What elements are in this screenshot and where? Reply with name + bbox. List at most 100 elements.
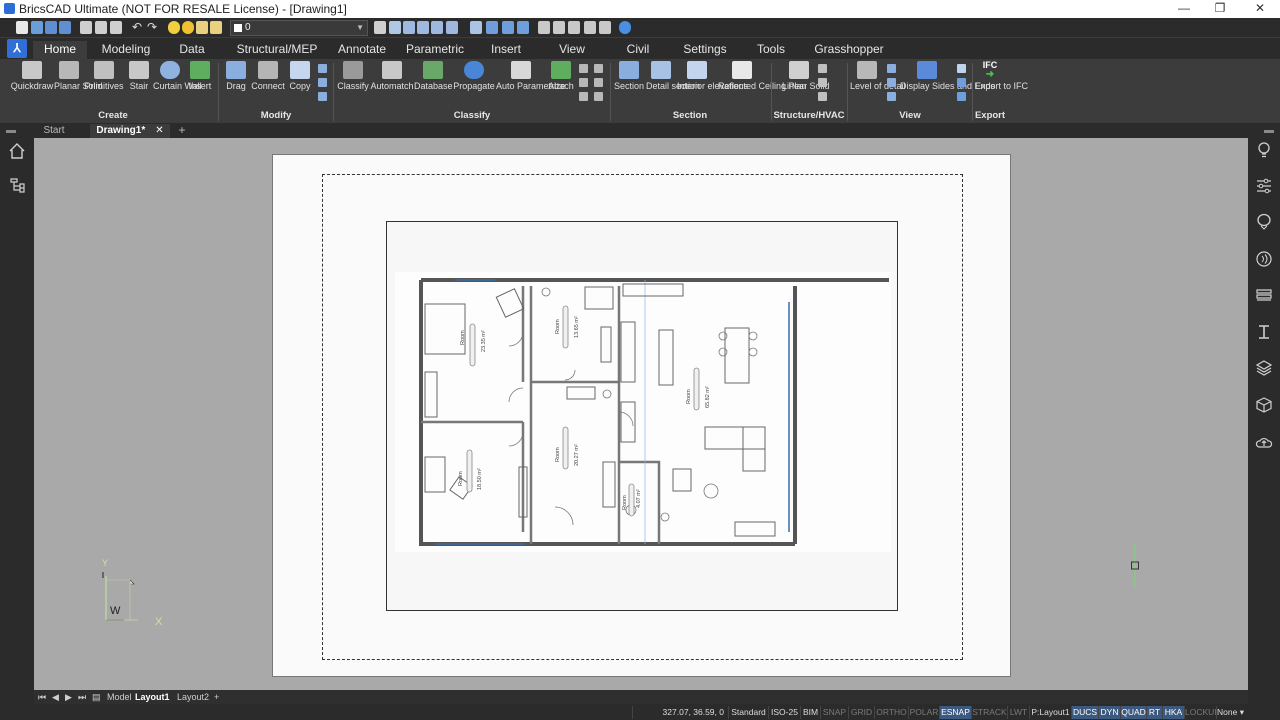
layout-list-icon[interactable]: ▤: [92, 691, 101, 703]
undo-icon[interactable]: ↶: [132, 21, 144, 34]
beam-icon[interactable]: [818, 64, 827, 73]
reflected-ceiling-plan-button[interactable]: Reflected Ceiling Plan: [718, 61, 807, 92]
minimize-button[interactable]: —: [1174, 1, 1194, 15]
layer-previous-icon[interactable]: [389, 21, 401, 34]
model-icon[interactable]: [579, 92, 588, 101]
tab-structural-mep[interactable]: Structural/MEP: [232, 41, 322, 59]
status-rt[interactable]: RT: [1146, 706, 1162, 719]
status-layout1[interactable]: P:Layout1: [1029, 706, 1071, 719]
status-hka[interactable]: HKA: [1162, 706, 1184, 719]
shade-icon[interactable]: [486, 21, 498, 34]
status-esnap[interactable]: ESNAP: [939, 706, 971, 719]
help-icon[interactable]: [619, 21, 631, 34]
cube-shaded-icon[interactable]: [957, 78, 966, 87]
status-strack[interactable]: STRACK: [971, 706, 1007, 719]
copy-button[interactable]: Copy: [286, 61, 314, 92]
tab-home[interactable]: Home: [33, 41, 87, 59]
layer-off-icon[interactable]: [431, 21, 443, 34]
layer-thaw-icon[interactable]: [182, 21, 194, 34]
planar-solid-button[interactable]: Planar Solid: [54, 61, 103, 92]
tab-model[interactable]: Model: [107, 691, 132, 703]
status-bim[interactable]: BIM: [800, 706, 820, 719]
layer-freeze-icon[interactable]: [417, 21, 429, 34]
cube-icon[interactable]: [957, 64, 966, 73]
render-icon[interactable]: [502, 21, 514, 34]
status-ducs[interactable]: DUCS: [1071, 706, 1098, 719]
move-icon[interactable]: [318, 64, 327, 73]
status-quad[interactable]: QUAD: [1120, 706, 1146, 719]
attach-button[interactable]: Attach: [547, 61, 575, 92]
print-preview-icon[interactable]: [80, 21, 92, 34]
tab-grasshopper[interactable]: Grasshopper: [812, 41, 886, 59]
next-layout-icon[interactable]: ▶: [65, 691, 72, 703]
lightbulb-icon[interactable]: [1255, 141, 1273, 159]
cube-wire-icon[interactable]: [957, 92, 966, 101]
view-option-icon[interactable]: [887, 64, 896, 73]
balloon-icon[interactable]: [1255, 213, 1273, 231]
new-icon[interactable]: [16, 21, 28, 34]
tab-insert[interactable]: Insert: [484, 41, 528, 59]
classify-button[interactable]: Classify: [337, 61, 369, 92]
drawing-canvas[interactable]: Room 23.35 m² Room 13.65 m² Room 65.82 m…: [34, 138, 1248, 690]
tab-data[interactable]: Data: [170, 41, 214, 59]
tab-tools[interactable]: Tools: [752, 41, 790, 59]
add-tab-button[interactable]: +: [175, 124, 189, 138]
primitives-button[interactable]: Primitives: [84, 61, 124, 92]
status-iso25[interactable]: ISO-25: [768, 706, 800, 719]
display-sides-and-ends-button[interactable]: Display Sides and Ends: [900, 61, 995, 92]
cloud-upload-icon[interactable]: [1255, 433, 1273, 451]
status-standard[interactable]: Standard: [728, 706, 768, 719]
add-layout-button[interactable]: +: [214, 691, 219, 703]
connect-button[interactable]: Connect: [251, 61, 285, 92]
auto-parametrize-button[interactable]: Auto Parametrize: [496, 61, 566, 92]
status-snap[interactable]: SNAP: [820, 706, 848, 719]
visual-style-icon[interactable]: [517, 21, 529, 34]
automatch-button[interactable]: Automatch: [370, 61, 414, 92]
drawing-explorer-icon[interactable]: [584, 21, 596, 34]
status-lockui[interactable]: LOCKUI: [1184, 706, 1217, 719]
save-as-icon[interactable]: [59, 21, 71, 34]
level-of-detail-button[interactable]: Level of detail: [850, 61, 906, 92]
export-to-ifc-button[interactable]: IFC ➜ Export to IFC: [975, 61, 1028, 92]
view-cube-icon[interactable]: [470, 21, 482, 34]
tab-drawing1[interactable]: Drawing1* ✕: [90, 124, 170, 138]
properties-icon[interactable]: [538, 21, 550, 34]
layers-icon[interactable]: [1255, 359, 1273, 377]
section-button[interactable]: Section: [613, 61, 645, 92]
print-icon[interactable]: [95, 21, 107, 34]
schedule-icon[interactable]: [594, 78, 603, 87]
close-tab-icon[interactable]: ✕: [155, 125, 163, 136]
home-icon[interactable]: [8, 142, 26, 160]
tab-annotate[interactable]: Annotate: [332, 41, 392, 59]
view-option-icon[interactable]: [887, 78, 896, 87]
layers-stack-icon[interactable]: [1255, 286, 1273, 304]
quickdraw-button[interactable]: Quickdraw: [10, 61, 54, 92]
save-icon[interactable]: [45, 21, 57, 34]
properties-sliders-icon[interactable]: [1255, 177, 1273, 195]
tab-layout2[interactable]: Layout2: [177, 691, 209, 703]
status-selection-filter[interactable]: None ▾: [1216, 706, 1244, 719]
layer-match-icon[interactable]: [374, 21, 386, 34]
curtain-wall-button[interactable]: Curtain Wall: [153, 61, 202, 92]
open-icon[interactable]: [31, 21, 43, 34]
propagate-button[interactable]: Propagate: [453, 61, 495, 92]
layer-unisolate-icon[interactable]: [446, 21, 458, 34]
layer-plot-icon[interactable]: [210, 21, 222, 34]
drag-button[interactable]: Drag: [222, 61, 250, 92]
list-icon[interactable]: [579, 78, 588, 87]
signal-icon[interactable]: [1255, 250, 1273, 268]
tab-settings[interactable]: Settings: [678, 41, 732, 59]
status-polar[interactable]: POLAR: [908, 706, 939, 719]
library-icon[interactable]: [599, 21, 611, 34]
layer-on-icon[interactable]: [168, 21, 180, 34]
publish-icon[interactable]: [110, 21, 122, 34]
detail-section-button[interactable]: Detail section: [646, 61, 700, 92]
status-dyn[interactable]: DYN: [1098, 706, 1120, 719]
redo-icon[interactable]: ↷: [147, 21, 159, 34]
previous-layout-icon[interactable]: ◀: [52, 691, 59, 703]
insert-button[interactable]: Insert: [187, 61, 213, 92]
first-layout-icon[interactable]: ⏮: [38, 691, 46, 703]
tab-list-icon[interactable]: ▬: [4, 124, 18, 138]
tab-view[interactable]: View: [550, 41, 594, 59]
layer-lock-icon[interactable]: [196, 21, 208, 34]
